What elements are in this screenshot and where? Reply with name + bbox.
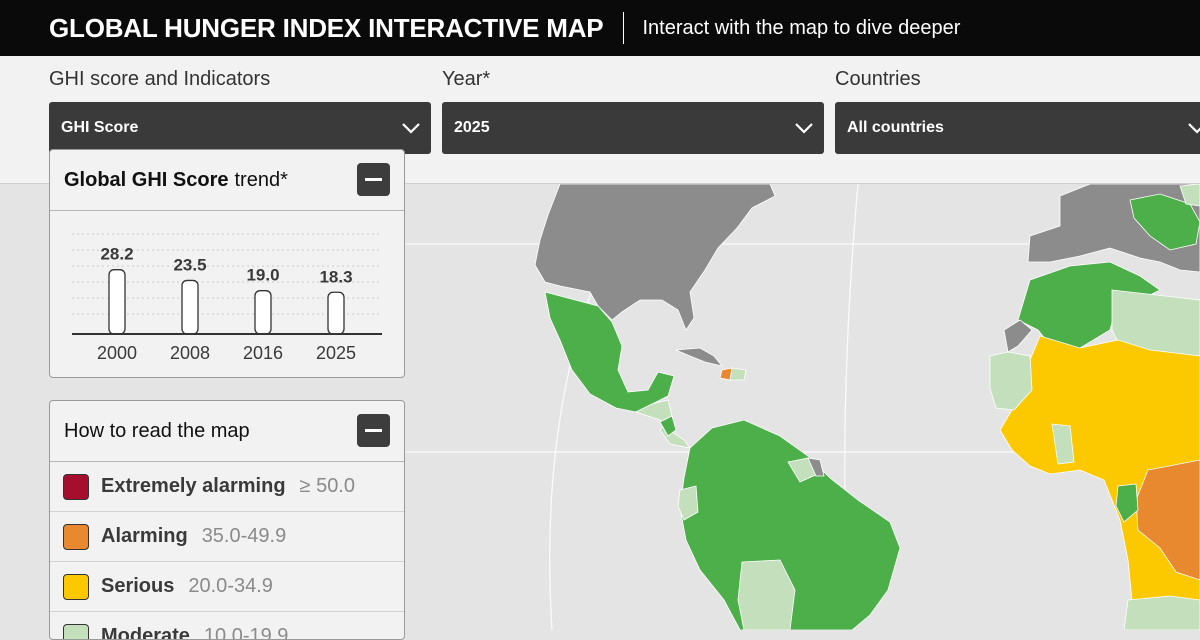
year-filter-label: Year* [442,68,490,91]
legend-range: ≥ 50.0 [300,475,355,498]
trend-panel: Global GHI Score trend* 28.2 2000 23.5 2008… [49,149,405,378]
legend-swatch [63,524,89,550]
legend-row-extremely-alarming: Extremely alarming ≥ 50.0 [50,462,404,512]
page-subtitle: Interact with the map to dive deeper [642,17,960,40]
bar-value-label: 19.0 [246,266,279,285]
header-divider [623,12,624,44]
bar-value-label: 18.3 [319,267,352,286]
collapse-trend-button[interactable] [357,163,390,196]
countries-select-value: All countries [847,119,944,137]
country-cuba[interactable] [676,348,722,366]
trend-panel-header: Global GHI Score trend* [50,150,404,211]
legend-row-moderate: Moderate 10.0-19.9 [50,612,404,640]
countries-select[interactable]: All countries [835,102,1200,154]
x-tick-label: 2016 [243,343,283,363]
legend-swatch [63,574,89,600]
trend-title-bold: Global GHI Score [64,169,228,192]
collapse-legend-button[interactable] [357,414,390,447]
bar [109,270,125,334]
indicator-select[interactable]: GHI Score [49,102,431,154]
page-title: GLOBAL HUNGER INDEX INTERACTIVE MAP [49,13,603,44]
bar [255,291,271,334]
country-dominican-republic[interactable] [730,368,746,380]
legend-range: 35.0-49.9 [202,525,287,548]
year-select[interactable]: 2025 [442,102,824,154]
chevron-down-icon [401,118,421,138]
trend-title-rest: trend* [234,169,287,192]
x-tick-label: 2025 [316,343,356,363]
legend-swatch [63,624,89,640]
indicator-filter-label: GHI score and Indicators [49,68,270,91]
bar-value-label: 23.5 [173,255,206,274]
header-bar: GLOBAL HUNGER INDEX INTERACTIVE MAP Inte… [0,0,1200,56]
legend-panel: How to read the map Extremely alarming ≥… [49,400,405,640]
legend-row-serious: Serious 20.0-34.9 [50,562,404,612]
legend-label: Moderate [101,625,190,640]
chevron-down-icon [1187,118,1200,138]
legend-range: 20.0-34.9 [188,575,273,598]
bar [182,280,198,334]
country-southern-africa[interactable] [1124,596,1200,630]
legend-label: Alarming [101,525,188,548]
legend-range: 10.0-19.9 [204,625,289,640]
legend-label: Serious [101,575,174,598]
chevron-down-icon [794,118,814,138]
bar [328,292,344,334]
year-select-value: 2025 [454,119,490,137]
legend-swatch [63,474,89,500]
x-tick-label: 2000 [97,343,137,363]
ghi-trend-chart: 28.2 2000 23.5 2008 19.0 2016 18.3 2025 [50,211,405,378]
bar-value-label: 28.2 [100,245,133,264]
countries-filter-label: Countries [835,68,921,91]
legend-panel-header: How to read the map [50,401,404,462]
legend-label: Extremely alarming [101,475,286,498]
legend-title: How to read the map [64,420,250,443]
indicator-select-value: GHI Score [61,119,138,137]
legend-row-alarming: Alarming 35.0-49.9 [50,512,404,562]
x-tick-label: 2008 [170,343,210,363]
